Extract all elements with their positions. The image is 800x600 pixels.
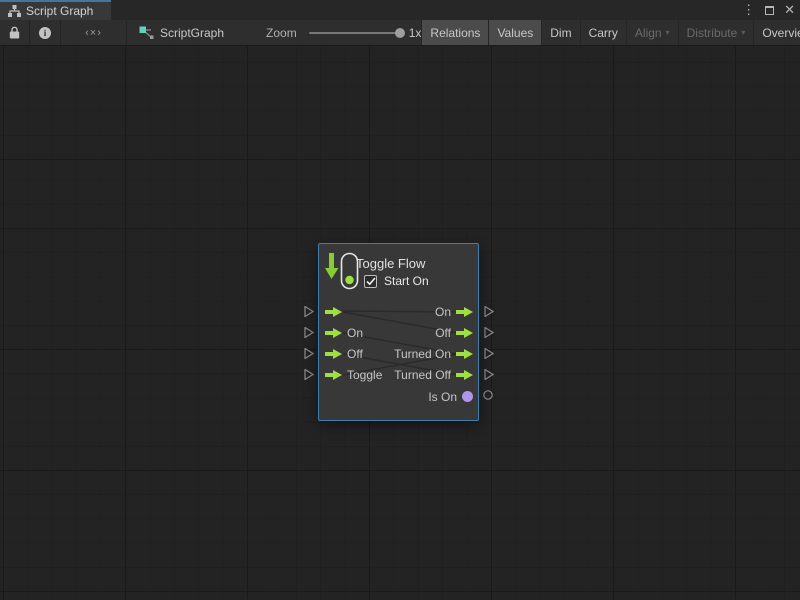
values-button[interactable]: Values bbox=[488, 20, 541, 45]
lock-icon bbox=[9, 26, 20, 39]
external-value-port[interactable] bbox=[483, 390, 493, 400]
flow-arrow-icon bbox=[456, 328, 473, 338]
flow-arrow-icon bbox=[456, 349, 473, 359]
align-button[interactable]: Align ▾ bbox=[626, 20, 678, 45]
flow-arrow-icon bbox=[456, 370, 473, 380]
toolbar-left-group: i ‹×› bbox=[0, 20, 127, 45]
lock-button[interactable] bbox=[0, 20, 30, 45]
zoom-label: Zoom bbox=[266, 26, 297, 40]
input-port-on[interactable]: On bbox=[325, 322, 363, 343]
flow-arrow-icon bbox=[325, 328, 342, 338]
external-input-port[interactable] bbox=[304, 369, 314, 380]
breadcrumb[interactable]: ScriptGraph bbox=[129, 20, 234, 45]
distribute-button[interactable]: Distribute ▾ bbox=[678, 20, 754, 45]
dim-button[interactable]: Dim bbox=[541, 20, 579, 45]
input-port-toggle[interactable]: Toggle bbox=[325, 364, 382, 385]
start-on-label: Start On bbox=[384, 274, 429, 288]
output-port-is-on[interactable]: Is On bbox=[428, 386, 473, 407]
output-port-off[interactable]: Off bbox=[435, 322, 473, 343]
zoom-value: 1x bbox=[409, 26, 422, 40]
dropdown-arrow-icon: ▾ bbox=[666, 28, 670, 37]
flow-arrow-icon bbox=[325, 349, 342, 359]
external-input-port[interactable] bbox=[304, 348, 314, 359]
input-port-off[interactable]: Off bbox=[325, 343, 363, 364]
external-output-port[interactable] bbox=[484, 369, 494, 380]
breadcrumb-label: ScriptGraph bbox=[160, 26, 224, 40]
close-icon[interactable]: ✕ bbox=[784, 0, 795, 20]
external-input-port[interactable] bbox=[304, 306, 314, 317]
start-on-setting: Start On bbox=[364, 274, 429, 288]
overview-button[interactable]: Overview bbox=[753, 20, 800, 45]
code-view-button[interactable]: ‹×› bbox=[61, 20, 127, 45]
zoom-slider-handle[interactable] bbox=[395, 28, 405, 38]
external-input-port[interactable] bbox=[304, 327, 314, 338]
flow-arrow-icon bbox=[456, 307, 473, 317]
carry-button[interactable]: Carry bbox=[580, 20, 626, 45]
info-icon: i bbox=[39, 27, 51, 39]
info-button[interactable]: i bbox=[30, 20, 61, 45]
start-on-checkbox[interactable] bbox=[364, 275, 377, 288]
value-port-icon bbox=[462, 391, 473, 402]
flow-arrow-icon bbox=[325, 307, 342, 317]
output-port-turned-off[interactable]: Turned Off bbox=[394, 364, 473, 385]
external-output-port[interactable] bbox=[484, 327, 494, 338]
tab-script-graph[interactable]: Script Graph bbox=[0, 0, 111, 20]
code-icon: ‹×› bbox=[85, 27, 102, 39]
maximize-icon[interactable] bbox=[765, 6, 774, 15]
graph-toolbar: i ‹×› ScriptGraph Zoom 1x Relations Valu… bbox=[0, 20, 800, 46]
dropdown-arrow-icon: ▾ bbox=[741, 28, 745, 37]
input-port-enter[interactable] bbox=[325, 301, 347, 322]
window-controls: ⋮ ✕ bbox=[742, 0, 795, 20]
graph-hierarchy-icon bbox=[8, 5, 21, 17]
external-output-port[interactable] bbox=[484, 348, 494, 359]
tab-title: Script Graph bbox=[26, 4, 93, 18]
external-output-port[interactable] bbox=[484, 306, 494, 317]
output-port-turned-on[interactable]: Turned On bbox=[394, 343, 473, 364]
script-graph-asset-icon bbox=[139, 26, 154, 40]
zoom-slider[interactable] bbox=[309, 32, 401, 34]
window-menu-icon[interactable]: ⋮ bbox=[742, 0, 755, 20]
output-port-on[interactable]: On bbox=[435, 301, 473, 322]
toolbar-right-group: Relations Values Dim Carry Align ▾ Distr… bbox=[421, 20, 800, 45]
graph-canvas[interactable]: Toggle Flow Start On On Off Toggle bbox=[0, 46, 800, 599]
toggle-flow-node[interactable]: Toggle Flow Start On On Off Toggle bbox=[318, 243, 479, 421]
relations-button[interactable]: Relations bbox=[421, 20, 488, 45]
zoom-control: Zoom 1x bbox=[266, 20, 421, 45]
flow-arrow-icon bbox=[325, 370, 342, 380]
title-bar: Script Graph ⋮ ✕ bbox=[0, 0, 800, 20]
toggle-flow-icon bbox=[325, 252, 359, 290]
checkmark-icon bbox=[366, 277, 376, 286]
node-title: Toggle Flow bbox=[356, 256, 425, 271]
